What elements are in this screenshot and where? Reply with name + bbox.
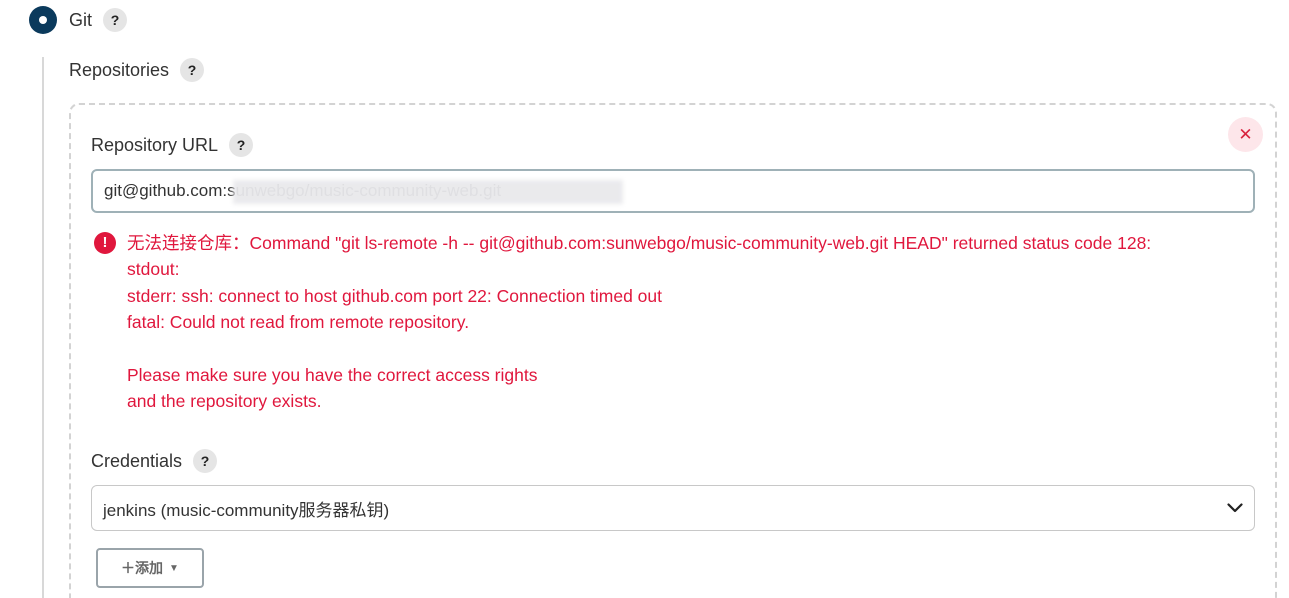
- credentials-heading: Credentials ?: [91, 447, 218, 475]
- repository-url-heading: Repository URL ?: [91, 131, 254, 159]
- error-icon: !: [94, 232, 116, 254]
- repositories-help-icon[interactable]: ?: [180, 58, 205, 82]
- credentials-label: Credentials: [91, 450, 183, 471]
- close-icon: ✕: [1238, 124, 1253, 144]
- git-option[interactable]: Git ?: [29, 5, 128, 35]
- repositories-label: Repositories: [69, 59, 170, 80]
- redaction-blur: [233, 180, 623, 204]
- repositories-heading: Repositories ?: [69, 56, 205, 84]
- repository-url-help-icon[interactable]: ?: [229, 133, 254, 157]
- remove-repository-button[interactable]: ✕: [1228, 117, 1263, 152]
- repository-url-label: Repository URL: [91, 134, 219, 155]
- repository-url-input[interactable]: git@github.com:sunwebgo/music-community-…: [91, 169, 1255, 213]
- section-indent-rule: [42, 57, 44, 598]
- radio-selected-dot: [39, 16, 47, 24]
- caret-down-icon: ▼: [169, 562, 179, 574]
- error-text: 无法连接仓库：Command "git ls-remote -h -- git@…: [127, 233, 1152, 412]
- git-label: Git: [69, 9, 93, 30]
- credentials-selected-value: jenkins (music-community服务器私钥): [103, 500, 390, 520]
- git-radio-button[interactable]: [29, 6, 57, 34]
- git-scm-section: Git ? Repositories ? ✕ Repository URL ? …: [0, 0, 1289, 598]
- add-credentials-label: ＋添加: [121, 560, 164, 576]
- repository-error-message: ! 无法连接仓库：Command "git ls-remote -h -- gi…: [94, 230, 1264, 415]
- credentials-help-icon[interactable]: ?: [193, 449, 218, 473]
- credentials-select[interactable]: jenkins (music-community服务器私钥): [91, 485, 1255, 531]
- add-credentials-button[interactable]: ＋添加 ▼: [96, 548, 204, 588]
- git-help-icon[interactable]: ?: [103, 8, 128, 32]
- chevron-down-icon: [1227, 503, 1243, 513]
